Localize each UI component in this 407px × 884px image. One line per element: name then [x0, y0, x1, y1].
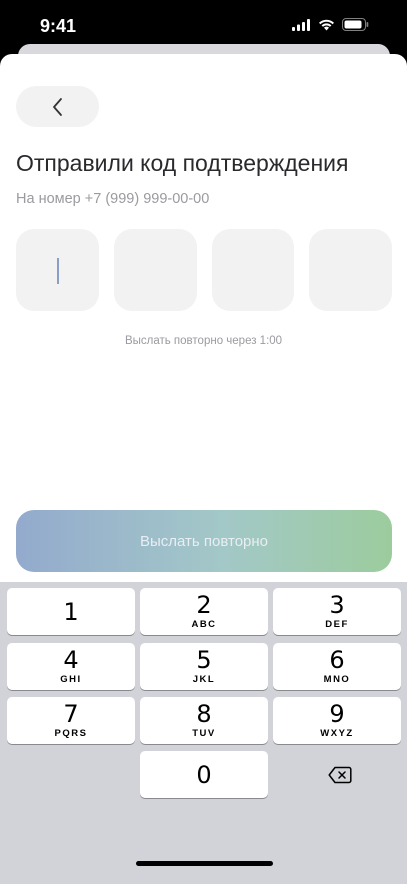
backspace-icon	[328, 766, 352, 783]
code-digit-field-2[interactable]	[113, 229, 197, 311]
key-6[interactable]: 6 MNO	[273, 643, 401, 690]
battery-icon	[342, 18, 369, 31]
verification-sheet: Отправили код подтверждения На номер +7 …	[0, 54, 407, 884]
key-9[interactable]: 9 WXYZ	[273, 697, 401, 744]
key-1[interactable]: 1	[7, 588, 135, 635]
key-8[interactable]: 8 TUV	[140, 697, 268, 744]
resend-countdown-text: Выслать повторно через 1:00	[124, 335, 283, 347]
key-3[interactable]: 3 DEF	[273, 588, 401, 635]
home-indicator	[136, 861, 273, 866]
cellular-signal-icon	[292, 18, 310, 31]
status-icons	[292, 18, 369, 31]
code-input-group	[16, 229, 392, 311]
numeric-keyboard: 1 2 ABC 3 DEF 4 GHI 5 JKL 6 MNO 7 PQRS 8…	[0, 582, 407, 884]
status-bar: 9:41	[0, 0, 407, 46]
wifi-icon	[319, 19, 334, 30]
key-2[interactable]: 2 ABC	[140, 588, 268, 635]
text-cursor	[57, 258, 59, 284]
code-digit-field-3[interactable]	[211, 229, 295, 311]
key-0[interactable]: 0	[140, 751, 268, 798]
delete-key[interactable]	[276, 751, 404, 798]
key-4[interactable]: 4 GHI	[7, 643, 135, 690]
resend-button[interactable]: Выслать повторно	[16, 510, 392, 572]
page-title: Отправили код подтверждения	[16, 150, 349, 176]
key-5[interactable]: 5 JKL	[140, 643, 268, 690]
chevron-left-icon	[52, 97, 62, 116]
phone-number-subtitle: На номер +7 (999) 999-00-00	[16, 191, 210, 207]
code-digit-field-1[interactable]	[16, 229, 99, 311]
code-digit-field-4[interactable]	[309, 229, 392, 311]
status-time: 9:41	[40, 16, 77, 36]
key-7[interactable]: 7 PQRS	[7, 697, 135, 744]
resend-button-label: Выслать повторно	[139, 532, 269, 550]
back-button[interactable]	[16, 86, 99, 127]
